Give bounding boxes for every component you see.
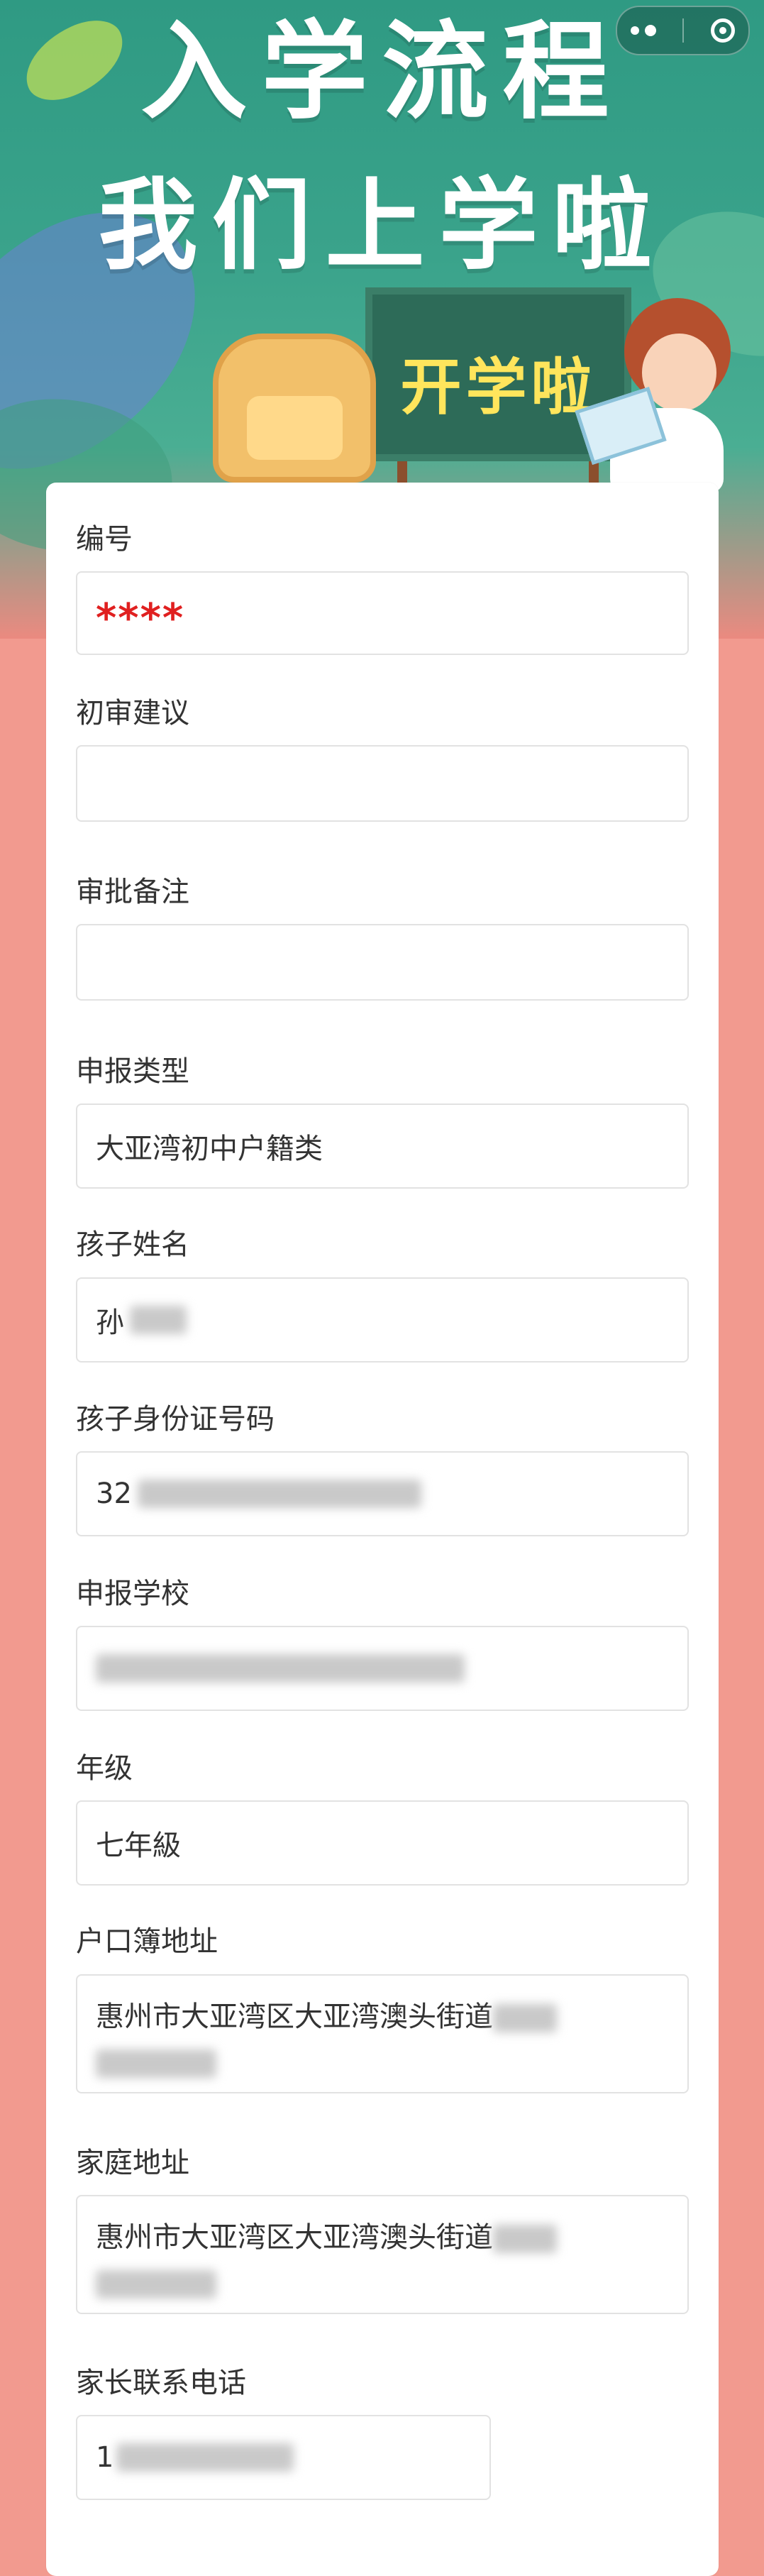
redacted-text xyxy=(493,2004,557,2032)
household-address-text: 惠州市大亚湾区大亚湾澳头街道 xyxy=(96,1994,557,2085)
initial-review-field[interactable] xyxy=(76,745,689,822)
redacted-text xyxy=(130,1306,187,1334)
redacted-text xyxy=(493,2225,557,2253)
field-label-approval-notes: 审批备注 xyxy=(76,876,189,908)
redacted-text xyxy=(96,1654,465,1683)
household-address-value: 惠州市大亚湾区大亚湾澳头街道 xyxy=(96,2000,493,2033)
child-id-value: 32 xyxy=(96,1477,132,1510)
number-value: **** xyxy=(96,595,185,642)
grade-value: 七年級 xyxy=(96,1829,181,1862)
redacted-text xyxy=(137,1480,421,1508)
mini-program-capsule xyxy=(616,6,750,55)
approval-notes-field[interactable] xyxy=(76,924,689,1001)
application-type-value: 大亚湾初中户籍类 xyxy=(96,1133,323,1165)
field-label-number: 编号 xyxy=(76,523,133,556)
home-address-field[interactable]: 惠州市大亚湾区大亚湾澳头街道 xyxy=(76,2195,689,2314)
target-close-icon[interactable] xyxy=(711,18,736,43)
child-id-field[interactable]: 32 xyxy=(76,1451,689,1536)
field-label-school: 申报学校 xyxy=(76,1578,189,1610)
field-label-parent-phone: 家长联系电话 xyxy=(76,2367,246,2399)
backpack-illustration xyxy=(213,334,376,483)
backpack-pocket xyxy=(247,396,343,460)
field-label-initial-review: 初审建议 xyxy=(76,697,189,730)
parent-phone-value: 1 xyxy=(96,2441,114,2474)
redacted-text xyxy=(116,2443,294,2472)
application-type-field[interactable]: 大亚湾初中户籍类 xyxy=(76,1103,689,1189)
parent-phone-field[interactable]: 1 xyxy=(76,2415,491,2500)
more-dots-icon[interactable] xyxy=(630,25,656,36)
household-address-field[interactable]: 惠州市大亚湾区大亚湾澳头街道 xyxy=(76,1974,689,2093)
form-card: 编号 **** 初审建议 审批备注 申报类型 大亚湾初中户籍类 孩子姓名 孙 孩… xyxy=(46,483,719,2576)
home-address-text: 惠州市大亚湾区大亚湾澳头街道 xyxy=(96,2215,557,2306)
number-field[interactable]: **** xyxy=(76,571,689,655)
field-label-grade: 年级 xyxy=(76,1752,133,1785)
capsule-divider xyxy=(682,18,685,43)
school-field[interactable] xyxy=(76,1626,689,1711)
field-label-child-name: 孩子姓名 xyxy=(76,1228,189,1261)
field-label-child-id: 孩子身份证号码 xyxy=(76,1403,275,1436)
child-name-field[interactable]: 孙 xyxy=(76,1277,689,1363)
redacted-text xyxy=(96,2270,216,2299)
field-label-household-address: 户口簿地址 xyxy=(76,1925,218,1958)
home-address-value: 惠州市大亚湾区大亚湾澳头街道 xyxy=(96,2221,493,2254)
field-label-application-type: 申报类型 xyxy=(76,1055,189,1088)
redacted-text xyxy=(96,2049,216,2078)
banner-title-line2: 我们上学啦 xyxy=(98,168,666,284)
grade-field[interactable]: 七年級 xyxy=(76,1800,689,1886)
field-label-home-address: 家庭地址 xyxy=(76,2147,189,2179)
child-name-value: 孙 xyxy=(96,1306,124,1339)
